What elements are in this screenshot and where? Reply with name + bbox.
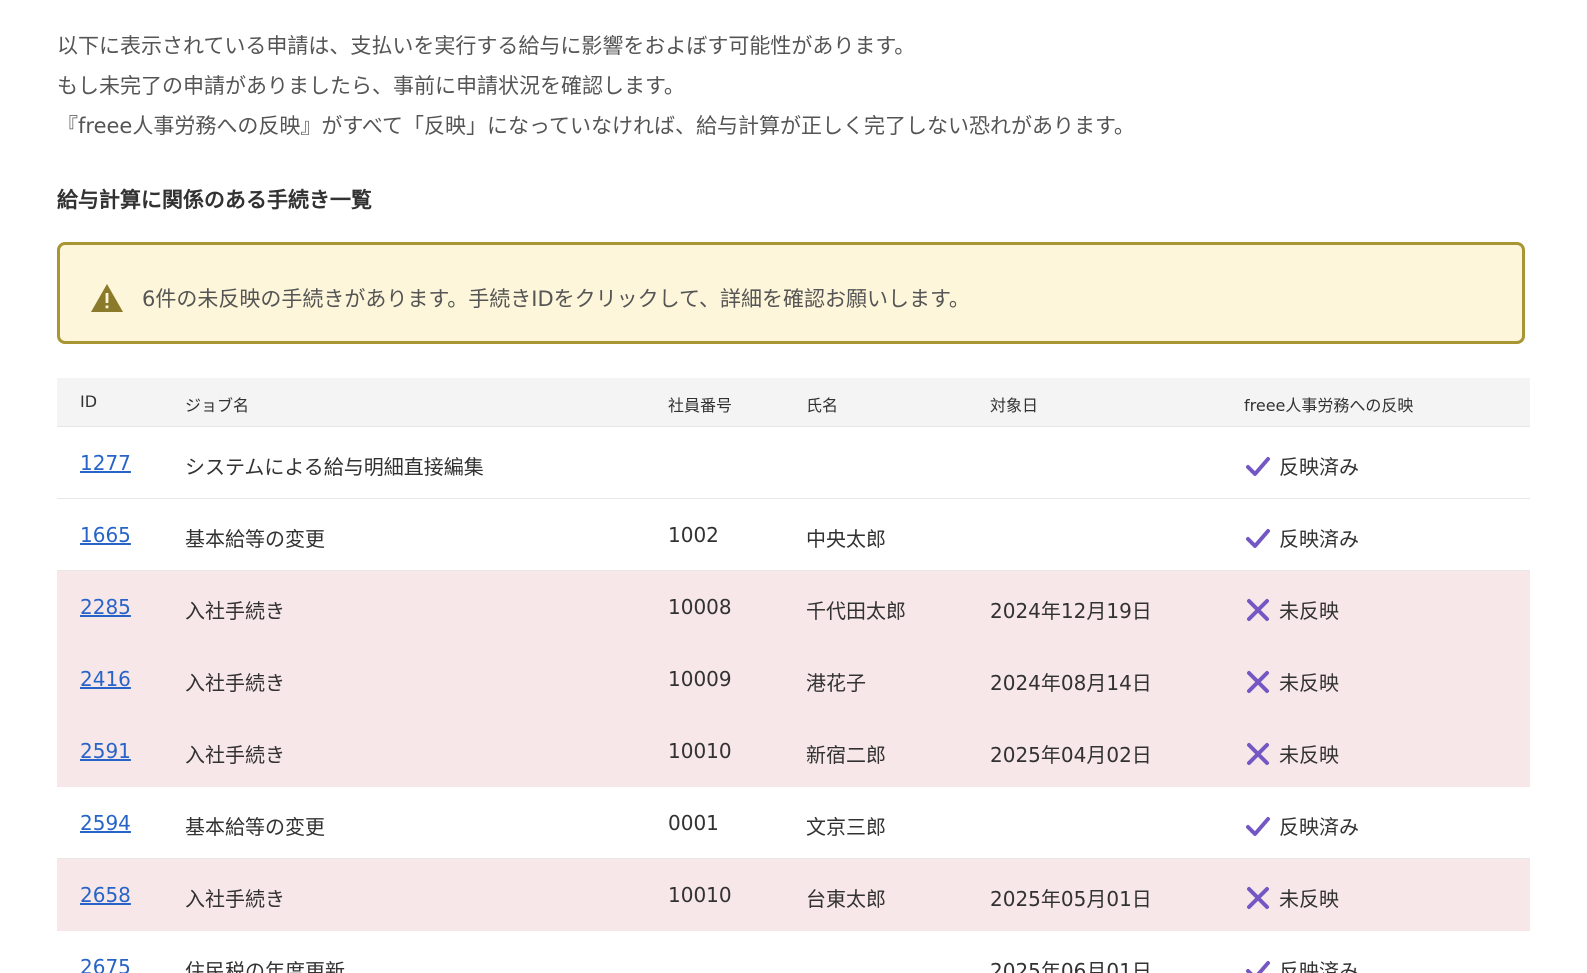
row-employee-no: 10008	[668, 595, 732, 619]
row-id-cell: 2675	[80, 955, 131, 973]
cross-icon	[1245, 670, 1271, 694]
row-job-name: 基本給等の変更	[185, 815, 325, 839]
table-row: 1277 システムによる給与明細直接編集 反映済み	[57, 427, 1530, 499]
table-row: 2591 入社手続き 10010 新宿二郎 2025年04月02日 未反映	[57, 715, 1530, 787]
procedure-id-link[interactable]: 1277	[80, 451, 131, 475]
status-label: 未反映	[1279, 599, 1339, 623]
row-name: 中央太郎	[806, 527, 886, 551]
row-employee-no: 1002	[668, 523, 719, 547]
row-job-name: 入社手続き	[185, 743, 285, 767]
check-icon	[1245, 958, 1271, 973]
intro-text: 以下に表示されている申請は、支払いを実行する給与に影響をおよぼす可能性があります…	[57, 26, 1537, 146]
table-row: 2416 入社手続き 10009 港花子 2024年08月14日 未反映	[57, 643, 1530, 715]
header-name: 氏名	[806, 396, 839, 415]
procedure-id-link[interactable]: 2285	[80, 595, 131, 619]
check-icon	[1245, 814, 1271, 838]
row-id-cell: 2658	[80, 883, 131, 907]
table-body: 1277 システムによる給与明細直接編集 反映済み 1665 基本給等の変更 1002 中央…	[57, 427, 1530, 973]
procedure-id-link[interactable]: 2416	[80, 667, 131, 691]
row-employee-no: 0001	[668, 811, 719, 835]
row-status: 反映済み	[1245, 523, 1359, 552]
row-status: 反映済み	[1245, 955, 1359, 973]
row-status: 未反映	[1245, 739, 1339, 768]
header-job-name: ジョブ名	[185, 396, 250, 415]
table-row: 2285 入社手続き 10008 千代田太郎 2024年12月19日 未反映	[57, 571, 1530, 643]
status-label: 反映済み	[1279, 815, 1359, 839]
row-id-cell: 2285	[80, 595, 131, 619]
row-target-date: 2025年04月02日	[990, 743, 1152, 767]
row-job-name: 入社手続き	[185, 671, 285, 695]
row-status: 未反映	[1245, 595, 1339, 624]
row-target-date: 2024年08月14日	[990, 671, 1152, 695]
section-title: 給与計算に関係のある手続き一覧	[57, 188, 372, 212]
procedures-page: 以下に表示されている申請は、支払いを実行する給与に影響をおよぼす可能性があります…	[0, 0, 1587, 973]
status-label: 反映済み	[1279, 527, 1359, 551]
row-id-cell: 2591	[80, 739, 131, 763]
intro-line: 以下に表示されている申請は、支払いを実行する給与に影響をおよぼす可能性があります…	[57, 34, 916, 58]
row-status: 未反映	[1245, 667, 1339, 696]
procedure-id-link[interactable]: 2594	[80, 811, 131, 835]
header-employee-no: 社員番号	[668, 396, 733, 415]
header-target-date: 対象日	[990, 396, 1039, 415]
procedure-id-link[interactable]: 2591	[80, 739, 131, 763]
header-reflection: freee人事労務への反映	[1244, 396, 1414, 415]
row-status: 反映済み	[1245, 451, 1359, 480]
row-target-date: 2025年05月01日	[990, 887, 1152, 911]
status-label: 反映済み	[1279, 959, 1359, 973]
row-id-cell: 1277	[80, 451, 131, 475]
alert-message: 6件の未反映の手続きがあります。手続きIDをクリックして、詳細を確認お願いします…	[142, 287, 970, 311]
row-job-name: 住民税の年度更新	[185, 959, 345, 973]
cross-icon	[1245, 886, 1271, 910]
status-label: 未反映	[1279, 743, 1339, 767]
procedures-table: ID ジョブ名 社員番号 氏名 対象日 freee人事労務への反映 1277 シス…	[57, 378, 1530, 973]
row-employee-no: 10010	[668, 739, 732, 763]
table-row: 2594 基本給等の変更 0001 文京三郎 反映済み	[57, 787, 1530, 859]
status-label: 未反映	[1279, 887, 1339, 911]
row-id-cell: 1665	[80, 523, 131, 547]
unreflected-alert: 6件の未反映の手続きがあります。手続きIDをクリックして、詳細を確認お願いします…	[57, 242, 1525, 344]
cross-icon	[1245, 742, 1271, 766]
row-name: 港花子	[806, 671, 866, 695]
row-id-cell: 2416	[80, 667, 131, 691]
row-employee-no: 10009	[668, 667, 732, 691]
header-id: ID	[80, 392, 98, 411]
row-job-name: 入社手続き	[185, 887, 285, 911]
row-job-name: 基本給等の変更	[185, 527, 325, 551]
row-name: 台東太郎	[806, 887, 886, 911]
check-icon	[1245, 526, 1271, 550]
table-row: 2675 住民税の年度更新 2025年06月01日 反映済み	[57, 931, 1530, 973]
row-employee-no: 10010	[668, 883, 732, 907]
intro-line: もし未完了の申請がありましたら、事前に申請状況を確認します。	[57, 74, 685, 98]
procedure-id-link[interactable]: 1665	[80, 523, 131, 547]
table-row: 1665 基本給等の変更 1002 中央太郎 反映済み	[57, 499, 1530, 571]
table-row: 2658 入社手続き 10010 台東太郎 2025年05月01日 未反映	[57, 859, 1530, 931]
row-name: 新宿二郎	[806, 743, 886, 767]
procedure-id-link[interactable]: 2675	[80, 955, 131, 973]
row-target-date: 2025年06月01日	[990, 959, 1152, 973]
intro-line: 『freee人事労務への反映』がすべて「反映」になっていなければ、給与計算が正し…	[57, 114, 1135, 138]
row-name: 千代田太郎	[806, 599, 906, 623]
row-status: 未反映	[1245, 883, 1339, 912]
check-icon	[1245, 454, 1271, 478]
status-label: 反映済み	[1279, 455, 1359, 479]
warning-icon	[91, 284, 123, 312]
procedure-id-link[interactable]: 2658	[80, 883, 131, 907]
table-header: ID ジョブ名 社員番号 氏名 対象日 freee人事労務への反映	[57, 378, 1530, 427]
row-job-name: 入社手続き	[185, 599, 285, 623]
status-label: 未反映	[1279, 671, 1339, 695]
row-id-cell: 2594	[80, 811, 131, 835]
row-target-date: 2024年12月19日	[990, 599, 1152, 623]
row-name: 文京三郎	[806, 815, 886, 839]
row-job-name: システムによる給与明細直接編集	[185, 455, 484, 479]
row-status: 反映済み	[1245, 811, 1359, 840]
cross-icon	[1245, 598, 1271, 622]
